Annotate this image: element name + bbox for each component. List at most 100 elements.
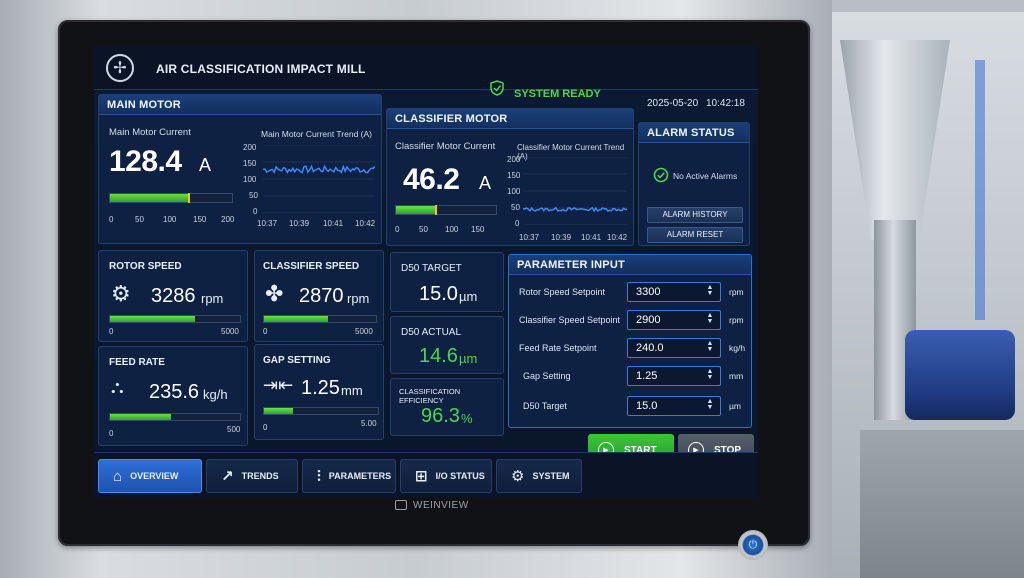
hmi-screen: ✢ AIR CLASSIFICATION IMPACT MILL SYSTEM … [94, 46, 758, 498]
classifier-motor-scale-1: 50 [419, 225, 428, 234]
d50-target-spinner[interactable]: ▲ ▼ [703, 398, 717, 412]
cm-trend-y-0: 0 [515, 219, 520, 228]
classifier-speed-max: 5000 [355, 327, 373, 336]
fan-icon: ✢ [106, 54, 134, 82]
rotor-speed-setpoint-input[interactable]: 3300 ▲ ▼ [627, 282, 721, 302]
nav-io-status[interactable]: ⊞ I/O STATUS [400, 459, 492, 493]
classifier-speed-setpoint-value: 2900 [636, 314, 661, 326]
nav-parameters[interactable]: ⫶ PARAMETERS [302, 459, 396, 493]
classifier-motor-current-value: 46.2 [403, 163, 460, 196]
alarm-status-title: ALARM STATUS [639, 123, 749, 143]
cm-trend-x-3: 10:42 [607, 233, 628, 242]
feed-rate-setpoint-input[interactable]: 240.0 ▲ ▼ [627, 338, 721, 358]
bottom-nav: ⌂ OVERVIEW ↗ TRENDS ⫶ PARAMETERS ⊞ I/O S… [94, 452, 758, 498]
rotor-speed-spinner[interactable]: ▲ ▼ [703, 284, 717, 298]
classifier-speed-setpoint-input[interactable]: 2900 ▲ ▼ [627, 310, 721, 330]
nav-system[interactable]: ⚙ SYSTEM [496, 459, 582, 493]
brand-mark-icon [395, 500, 407, 510]
classifier-speed-spinner[interactable]: ▲ ▼ [703, 312, 717, 326]
gap-setting-input-value: 1.25 [636, 370, 658, 382]
alarm-status-panel: ALARM STATUS No Active Alarms ALARM HIST… [638, 122, 750, 246]
main-motor-scale-0: 0 [109, 215, 114, 224]
classifier-motor-bar-fill [396, 206, 435, 214]
rotor-speed-value: 3286 [151, 285, 196, 307]
nav-trends-label: TRENDS [241, 471, 279, 481]
blue-pipe [975, 60, 985, 320]
feed-rate-tile: FEED RATE ⛬ 235.6 kg/h 0 500 [98, 346, 248, 446]
rotor-speed-max: 5000 [221, 327, 239, 336]
param-label-d50: D50 Target [523, 401, 567, 411]
mm-trend-x-3: 10:42 [355, 219, 376, 228]
d50-target-label: D50 TARGET [401, 263, 462, 274]
nav-parameters-label: PARAMETERS [328, 471, 392, 481]
classifier-motor-bar-marker [434, 205, 437, 215]
home-icon: ⌂ [113, 467, 123, 485]
mm-trend-x-1: 10:39 [289, 219, 310, 228]
d50-target-tile: D50 TARGET 15.0 µm [390, 252, 504, 312]
gap-setting-spinner[interactable]: ▲ ▼ [703, 368, 717, 382]
feed-rate-spinner[interactable]: ▲ ▼ [703, 340, 717, 354]
main-motor-current-value: 128.4 [109, 145, 182, 178]
classifier-speed-tile: CLASSIFIER SPEED ✤ 2870 rpm 0 5000 [254, 250, 384, 342]
alarm-reset-button[interactable]: ALARM RESET [647, 227, 743, 243]
rotor-speed-bar [109, 315, 241, 323]
d50-target-input-value: 15.0 [636, 400, 658, 412]
classifier-motor-scale-3: 150 [471, 225, 485, 234]
classifier-speed-min: 0 [263, 327, 268, 336]
param-unit-gap: mm [729, 371, 744, 381]
classifier-motor-current-unit: A [479, 173, 492, 193]
nav-system-label: SYSTEM [532, 471, 570, 481]
fan-icon: ✤ [265, 281, 284, 306]
parameter-input-panel: PARAMETER INPUT Rotor Speed Setpoint 330… [508, 254, 752, 428]
feed-rate-min: 0 [109, 429, 114, 438]
d50-target-input[interactable]: 15.0 ▲ ▼ [627, 396, 721, 416]
ceiling-rail [820, 0, 1024, 12]
rotor-speed-unit: rpm [201, 291, 224, 306]
gap-setting-input[interactable]: 1.25 ▲ ▼ [627, 366, 721, 386]
classifier-speed-value: 2870 [299, 285, 344, 307]
main-motor-scale-4: 200 [221, 215, 235, 224]
classifier-motor-title: CLASSIFIER MOTOR [387, 109, 633, 129]
classifier-speed-title: CLASSIFIER SPEED [263, 261, 360, 272]
nav-overview-label: OVERVIEW [130, 471, 179, 481]
nav-io-status-label: I/O STATUS [435, 471, 485, 481]
parameter-input-title: PARAMETER INPUT [509, 255, 751, 275]
feed-rate-bar-fill [110, 414, 172, 420]
rotor-speed-title: ROTOR SPEED [109, 261, 182, 272]
rotor-speed-bar-fill [110, 316, 196, 322]
mm-trend-y-200: 200 [243, 143, 257, 152]
header-bar: ✢ AIR CLASSIFICATION IMPACT MILL [94, 46, 758, 90]
nav-overview[interactable]: ⌂ OVERVIEW [98, 459, 202, 493]
gap-setting-unit: mm [341, 383, 363, 398]
cm-trend-x-2: 10:41 [581, 233, 602, 242]
gap-arrows-icon: ⇥⇤ [263, 375, 294, 395]
classifier-speed-bar-fill [264, 316, 329, 322]
gap-setting-max: 5.00 [361, 419, 377, 428]
gap-setting-bar [263, 407, 379, 415]
classifier-motor-scale-2: 100 [445, 225, 459, 234]
main-motor-trend-chart [263, 145, 375, 213]
param-label-feed: Feed Rate Setpoint [519, 343, 597, 353]
mm-trend-y-100: 100 [243, 175, 257, 184]
main-motor-current-label: Main Motor Current [109, 127, 191, 138]
main-motor-current-bar [109, 193, 233, 203]
power-button[interactable]: ⏻ [738, 530, 768, 560]
feed-rate-bar [109, 413, 241, 421]
brand-text: WEINVIEW [413, 499, 469, 511]
main-motor-scale-2: 100 [163, 215, 177, 224]
classifier-motor-scale-0: 0 [395, 225, 400, 234]
d50-actual-label: D50 ACTUAL [401, 327, 462, 338]
classifier-speed-bar [263, 315, 377, 323]
main-motor-scale-3: 150 [193, 215, 207, 224]
alarm-history-button[interactable]: ALARM HISTORY [647, 207, 743, 223]
efficiency-label: CLASSIFICATION EFFICIENCY [399, 387, 461, 405]
feed-rate-value: 235.6 [149, 381, 200, 403]
gap-setting-min: 0 [263, 423, 268, 432]
classifier-motor-current-bar [395, 205, 497, 215]
mm-trend-y-0: 0 [253, 207, 258, 216]
main-motor-bar-marker [188, 193, 191, 203]
cm-trend-y-200: 200 [507, 155, 521, 164]
feed-rate-max: 500 [227, 425, 241, 434]
nav-trends[interactable]: ↗ TRENDS [206, 459, 298, 493]
feed-rate-title: FEED RATE [109, 357, 165, 368]
